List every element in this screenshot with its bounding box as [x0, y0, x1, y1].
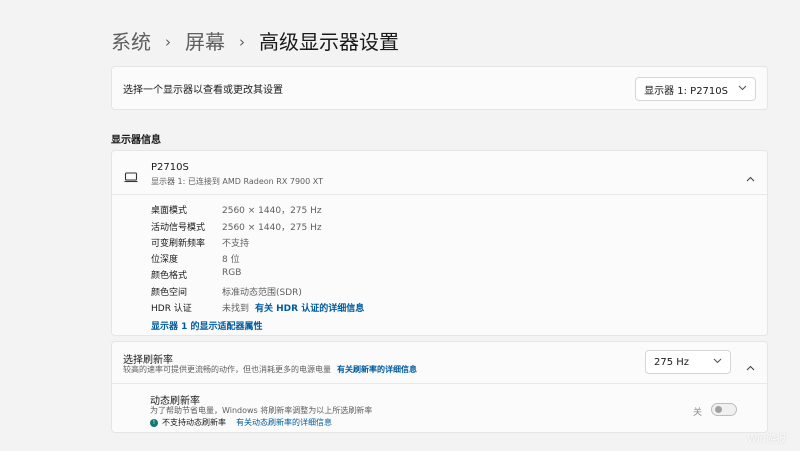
warning-text: 不支持动态刷新率: [162, 418, 226, 427]
info-row-desktop-mode: 桌面模式 2560 × 1440，275 Hz: [151, 203, 322, 216]
info-row-color-format: 颜色格式 RGB: [151, 268, 241, 281]
chevron-right-icon: ›: [239, 33, 245, 51]
dynamic-refresh-warning: ! 不支持动态刷新率 有关动态刷新率的详细信息: [150, 417, 332, 428]
info-value: 未找到 有关 HDR 认证的详细信息: [222, 301, 364, 314]
refresh-rate-desc: 较高的速率可提供更流畅的动作，但也消耗更多的电源电量: [123, 365, 331, 374]
info-value: 不支持: [222, 239, 250, 249]
info-row-bit-depth: 位深度 8 位: [151, 252, 240, 265]
info-row-color-space: 颜色空间 标准动态范围(SDR): [151, 285, 302, 298]
display-select-label: 选择一个显示器以查看或更改其设置: [123, 85, 283, 96]
dynamic-refresh-info-link[interactable]: 有关动态刷新率的详细信息: [236, 417, 332, 428]
refresh-rate-info-link[interactable]: 有关刷新率的详细信息: [337, 365, 417, 374]
display-select-value: 显示器 1: P2710S: [644, 85, 728, 97]
info-value: 标准动态范围(SDR): [222, 288, 302, 298]
chevron-up-icon[interactable]: [746, 167, 755, 186]
refresh-rate-value: 275 Hz: [654, 356, 690, 368]
info-key: 位深度: [151, 255, 179, 265]
adapter-properties-link[interactable]: 显示器 1 的显示适配器属性: [151, 319, 263, 332]
info-row-hdr: HDR 认证 未找到 有关 HDR 认证的详细信息: [151, 301, 364, 314]
hdr-status: 未找到: [222, 304, 250, 314]
info-key: 活动信号模式: [151, 223, 206, 233]
chevron-right-icon: ›: [165, 33, 171, 51]
chevron-up-icon[interactable]: [746, 356, 755, 375]
dynamic-refresh-toggle[interactable]: [711, 403, 737, 416]
info-key: 桌面模式: [151, 206, 188, 216]
display-select-card: 选择一个显示器以查看或更改其设置 显示器 1: P2710S: [111, 66, 768, 110]
info-row-active-signal: 活动信号模式 2560 × 1440，275 Hz: [151, 220, 322, 233]
info-value: 2560 × 1440，275 Hz: [222, 223, 322, 233]
info-value: 8 位: [222, 255, 240, 265]
info-key: 颜色格式: [151, 271, 188, 281]
toggle-state-label: 关: [692, 408, 702, 418]
info-key: 颜色空间: [151, 288, 188, 298]
monitor-subtitle: 显示器 1: 已连接到 AMD Radeon RX 7900 XT: [151, 177, 323, 186]
dynamic-refresh-subtitle: 为了帮助节省电量，Windows 将刷新率调整为以上所选刷新率: [150, 406, 373, 415]
breadcrumb-display[interactable]: 屏幕: [185, 28, 225, 56]
monitor-icon: [124, 168, 138, 187]
page-title: 高级显示器设置: [259, 30, 399, 54]
info-row-vrr: 可变刷新频率 不支持: [151, 236, 249, 249]
monitor-info-card: P2710S 显示器 1: 已连接到 AMD Radeon RX 7900 XT…: [111, 150, 768, 336]
refresh-rate-card: 选择刷新率 较高的速率可提供更流畅的动作，但也消耗更多的电源电量 有关刷新率的详细…: [111, 341, 768, 433]
toggle-knob: [715, 406, 722, 413]
info-key: HDR 认证: [151, 304, 192, 314]
info-key: 可变刷新频率: [151, 239, 206, 249]
refresh-rate-dropdown[interactable]: 275 Hz: [645, 350, 731, 374]
info-value: RGB: [222, 268, 242, 278]
refresh-rate-subtitle: 较高的速率可提供更流畅的动作，但也消耗更多的电源电量 有关刷新率的详细信息: [123, 364, 417, 375]
section-title: 显示器信息: [111, 135, 161, 146]
display-select-dropdown[interactable]: 显示器 1: P2710S: [635, 77, 756, 101]
refresh-rate-header: 选择刷新率 较高的速率可提供更流畅的动作，但也消耗更多的电源电量 有关刷新率的详细…: [112, 342, 767, 384]
info-icon: !: [150, 418, 158, 427]
breadcrumb: 系统 › 屏幕 › 高级显示器设置: [111, 28, 399, 56]
chevron-down-icon: [738, 84, 747, 94]
chevron-down-icon: [713, 357, 722, 367]
monitor-name: P2710S: [151, 162, 189, 173]
monitor-info-header[interactable]: P2710S 显示器 1: 已连接到 AMD Radeon RX 7900 XT: [112, 151, 767, 195]
hdr-info-link[interactable]: 有关 HDR 认证的详细信息: [255, 304, 364, 314]
breadcrumb-system[interactable]: 系统: [111, 28, 151, 56]
watermark: Win游报: [747, 434, 786, 445]
info-value: 2560 × 1440，275 Hz: [222, 206, 322, 216]
